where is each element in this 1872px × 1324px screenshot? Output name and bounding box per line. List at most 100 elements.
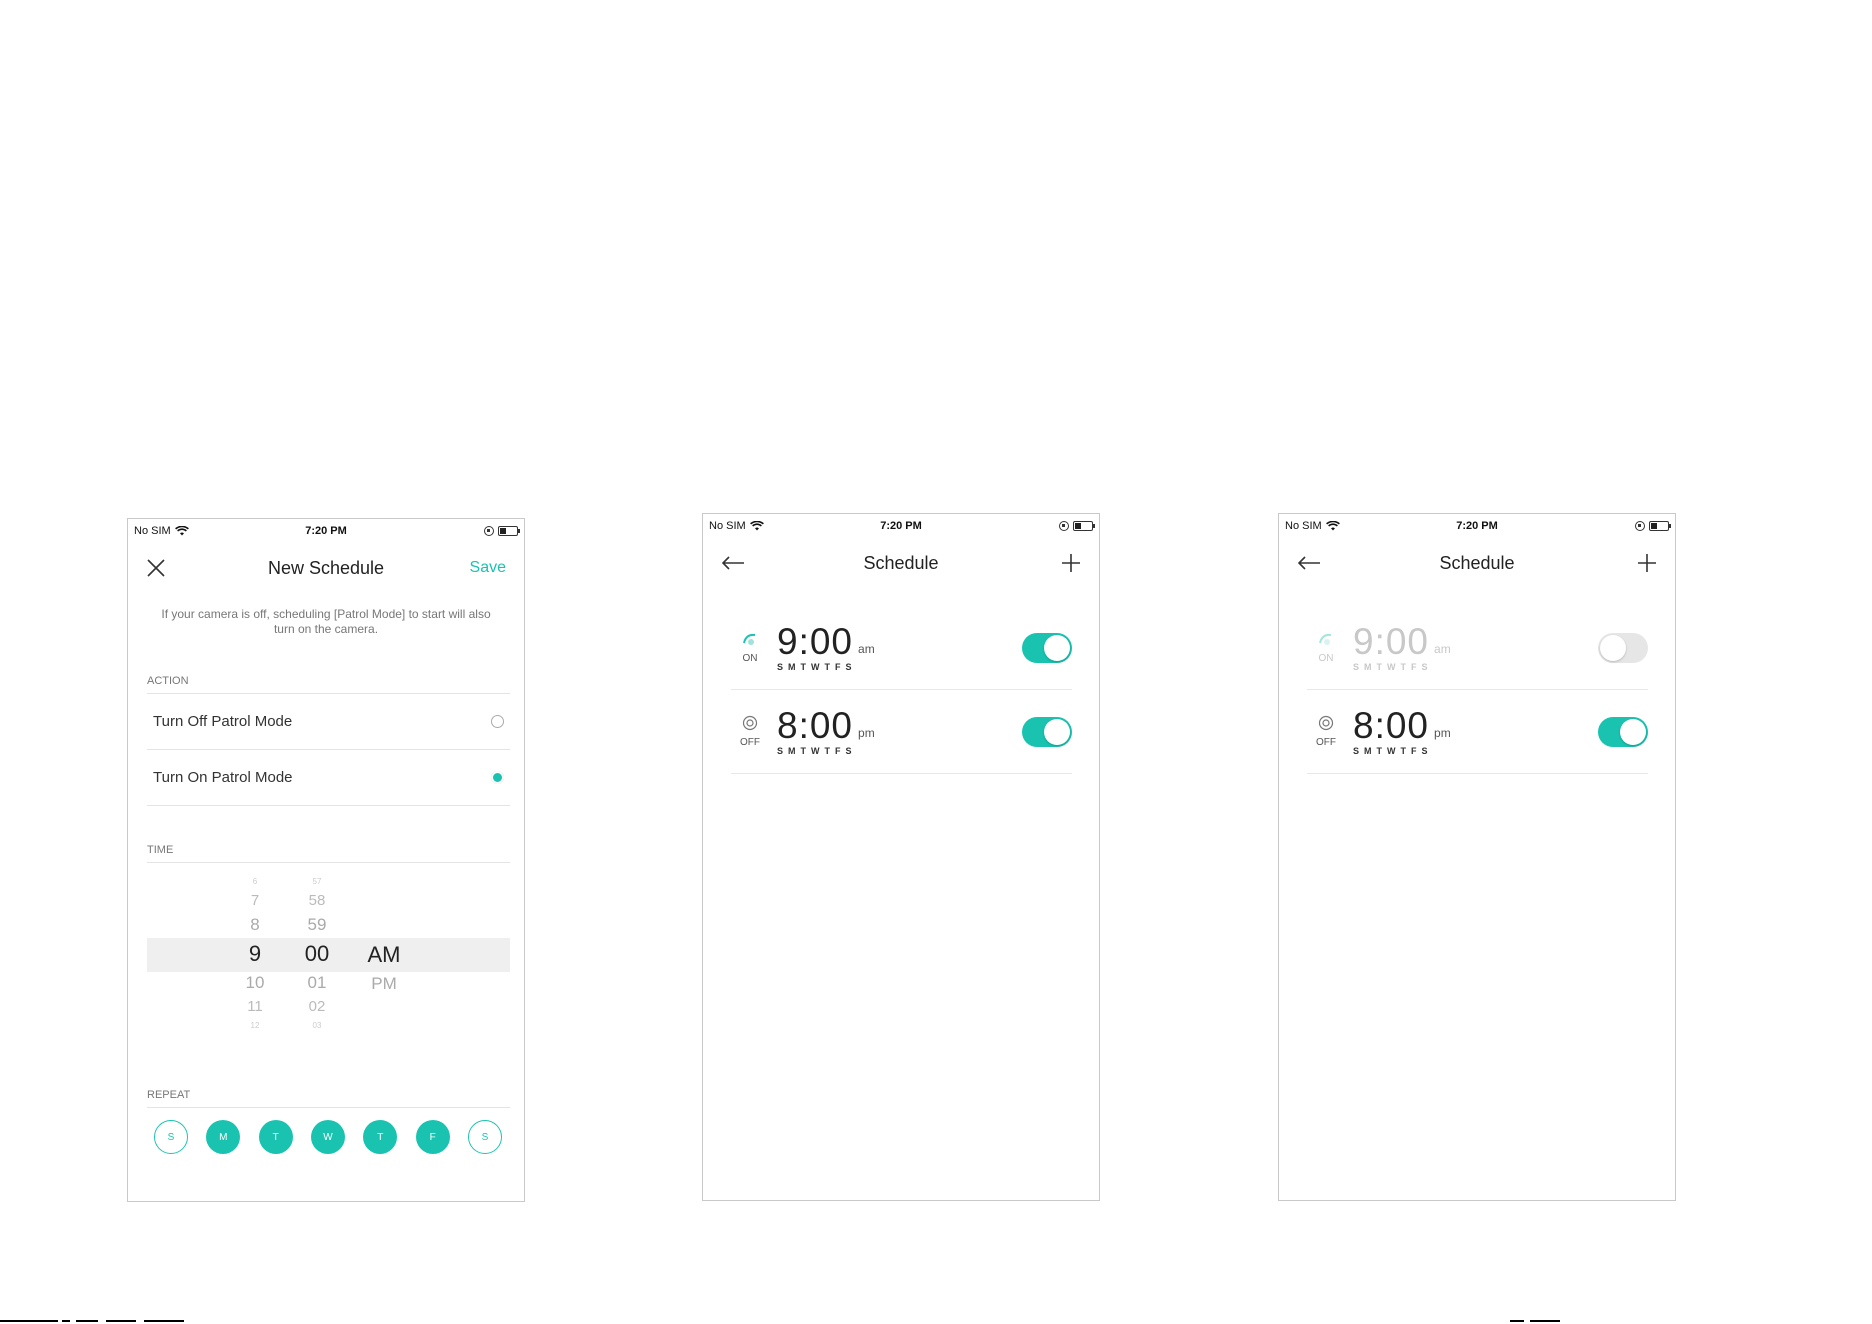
plus-icon	[1062, 554, 1080, 572]
schedule-item[interactable]: ON 9:00 am SMTWTFS	[731, 606, 1072, 690]
minute-option: 03	[312, 1021, 322, 1030]
schedule-days: SMTWTFS	[1353, 662, 1433, 672]
hour-wheel[interactable]: 6 7 8 9 10 11 12	[235, 875, 275, 1033]
status-bar: No SIM 7:20 PM	[1279, 514, 1675, 538]
notice-text: If your camera is off, scheduling [Patro…	[161, 607, 491, 636]
battery-icon	[497, 526, 520, 536]
action-option-label: Turn On Patrol Mode	[153, 769, 293, 786]
schedule-time: 9:00	[1353, 621, 1430, 662]
battery-icon	[1072, 521, 1095, 531]
hour-option: 6	[252, 877, 258, 886]
patrol-on-icon	[1319, 633, 1332, 645]
repeat-days: S M T W T F S	[154, 1120, 502, 1154]
wifi-icon	[1325, 521, 1340, 531]
status-bar: No SIM 7:20 PM	[128, 519, 524, 543]
hour-option: 12	[250, 1021, 260, 1030]
day-saturday[interactable]: S	[467, 1120, 502, 1154]
nav-bar: Schedule	[1279, 538, 1675, 588]
hour-selected: 9	[248, 941, 262, 966]
add-schedule-button[interactable]	[1617, 553, 1657, 573]
wifi-icon	[749, 521, 764, 531]
schedule-item-disabled[interactable]: ON 9:00 am SMTWTFS	[1307, 606, 1648, 690]
patrol-on-icon	[743, 633, 756, 645]
day-monday[interactable]: M	[206, 1120, 241, 1154]
new-schedule-screen: No SIM 7:20 PM New Schedule Save If your…	[127, 518, 525, 1202]
mode-label: OFF	[740, 737, 760, 748]
schedule-item[interactable]: OFF 8:00 pm SMTWTFS	[731, 690, 1072, 774]
rotation-lock-icon	[1634, 521, 1645, 531]
day-wednesday[interactable]: W	[310, 1120, 345, 1154]
ampm-wheel[interactable]: AM PM	[359, 938, 409, 996]
status-time: 7:20 PM	[305, 525, 347, 537]
ampm-selected: AM	[367, 942, 401, 967]
action-section-label: ACTION	[147, 675, 510, 694]
schedule-toggle[interactable]	[1022, 716, 1072, 747]
day-friday[interactable]: F	[415, 1120, 450, 1154]
hour-option: 7	[250, 892, 260, 909]
schedule-days: SMTWTFS	[777, 746, 857, 756]
toggle-knob	[1600, 634, 1626, 661]
wifi-icon	[174, 526, 189, 536]
radio-unselected[interactable]	[491, 715, 504, 728]
schedule-time: 8:00	[1353, 705, 1430, 746]
toggle-knob	[1044, 718, 1070, 745]
cropped-footer-strip	[0, 1318, 1872, 1324]
mode-label: OFF	[1316, 737, 1336, 748]
status-time: 7:20 PM	[1456, 520, 1498, 532]
time-picker[interactable]: 6 7 8 9 10 11 12 57 58 59 00 01 02 03 AM…	[147, 875, 510, 1045]
page-title: New Schedule	[267, 557, 385, 578]
hour-option: 11	[247, 998, 263, 1015]
page-title: Schedule	[863, 552, 939, 573]
schedule-ampm: am	[858, 642, 875, 656]
toggle-knob	[1620, 718, 1646, 745]
day-tuesday[interactable]: T	[258, 1120, 293, 1154]
radio-selected[interactable]	[491, 771, 504, 784]
patrol-off-icon	[742, 715, 758, 731]
schedule-toggle[interactable]	[1022, 632, 1072, 663]
time-section-label: TIME	[147, 844, 510, 863]
minute-selected: 00	[304, 941, 330, 966]
schedule-item[interactable]: OFF 8:00 pm SMTWTFS	[1307, 690, 1648, 774]
schedule-days: SMTWTFS	[1353, 746, 1433, 756]
schedule-time: 9:00	[777, 621, 854, 662]
back-button[interactable]	[1297, 555, 1337, 571]
schedule-ampm: pm	[858, 726, 875, 740]
nav-bar: New Schedule Save	[128, 543, 524, 593]
hour-option: 10	[245, 973, 265, 992]
rotation-lock-icon	[1058, 521, 1069, 531]
battery-icon	[1648, 521, 1671, 531]
ampm-option: PM	[371, 974, 397, 993]
carrier-label: No SIM	[1285, 520, 1322, 532]
mode-label: ON	[1318, 653, 1334, 664]
toggle-knob	[1044, 634, 1070, 661]
schedule-list-screen-disabled: No SIM 7:20 PM Schedule ON 9:00 am SMTWT	[1278, 513, 1676, 1201]
nav-bar: Schedule	[703, 538, 1099, 588]
page-title: Schedule	[1439, 552, 1515, 573]
action-option-turn-on[interactable]: Turn On Patrol Mode	[147, 750, 510, 806]
close-icon	[147, 559, 165, 577]
add-schedule-button[interactable]	[1041, 553, 1081, 573]
back-arrow-icon	[721, 556, 744, 570]
day-thursday[interactable]: T	[363, 1120, 398, 1154]
action-option-turn-off[interactable]: Turn Off Patrol Mode	[147, 694, 510, 750]
minute-option: 02	[308, 998, 326, 1015]
minute-option: 58	[308, 892, 326, 909]
schedule-toggle[interactable]	[1598, 716, 1648, 747]
close-button[interactable]	[146, 558, 186, 578]
back-arrow-icon	[1297, 556, 1320, 570]
schedule-days: SMTWTFS	[777, 662, 857, 672]
schedule-list-screen: No SIM 7:20 PM Schedule ON 9:00 am SMTWT	[702, 513, 1100, 1201]
repeat-section-label: REPEAT	[147, 1089, 510, 1108]
plus-icon	[1638, 554, 1656, 572]
status-time: 7:20 PM	[880, 520, 922, 532]
day-sunday[interactable]: S	[154, 1120, 188, 1154]
save-button[interactable]: Save	[466, 559, 506, 577]
back-button[interactable]	[721, 555, 761, 571]
minute-wheel[interactable]: 57 58 59 00 01 02 03	[297, 875, 337, 1033]
rotation-lock-icon	[483, 526, 494, 536]
schedule-ampm: pm	[1434, 726, 1451, 740]
minute-option: 59	[307, 915, 327, 934]
action-option-label: Turn Off Patrol Mode	[153, 713, 293, 730]
schedule-toggle[interactable]	[1598, 632, 1648, 663]
patrol-off-icon	[1318, 715, 1334, 731]
